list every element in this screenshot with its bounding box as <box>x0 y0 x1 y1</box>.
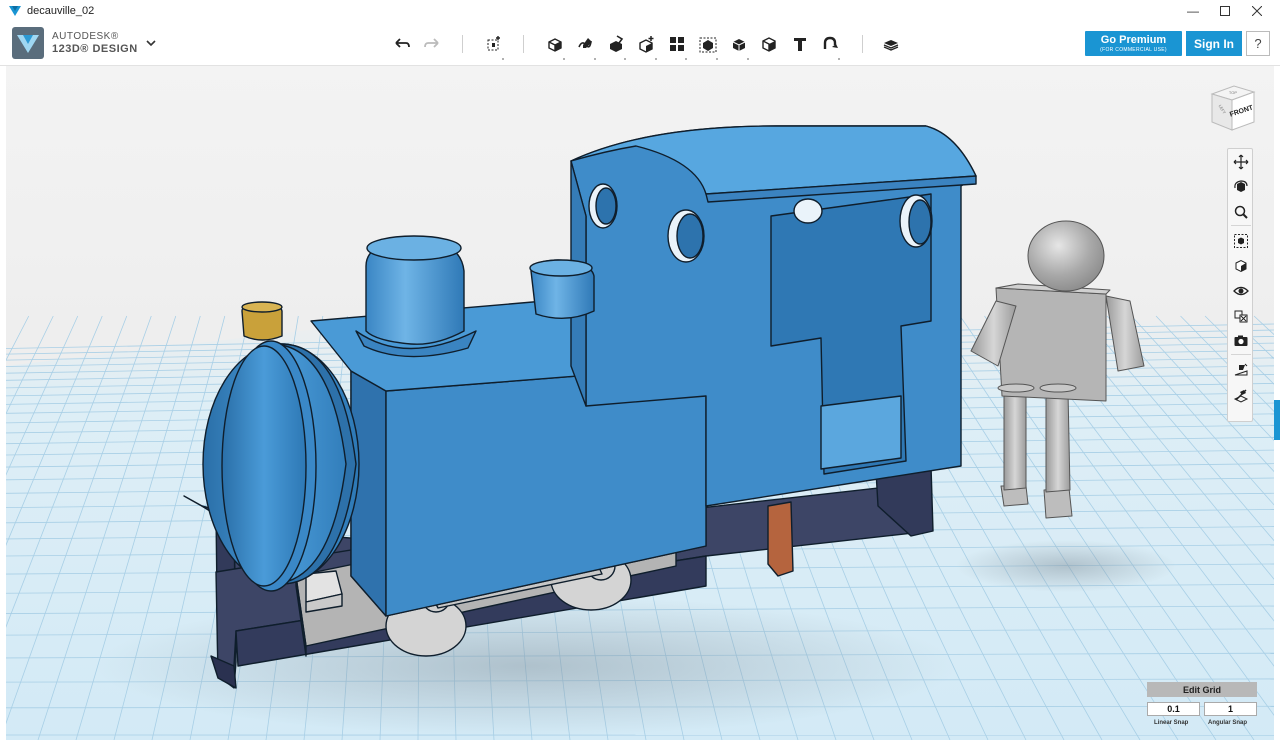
toolbar-divider <box>862 35 863 53</box>
snap-icon <box>762 37 776 52</box>
toolbar-divider <box>523 35 524 53</box>
primitives-icon <box>548 38 562 52</box>
snap-grid-button[interactable] <box>1231 360 1251 380</box>
orbit-icon <box>1234 180 1248 192</box>
go-premium-label: Go Premium <box>1100 34 1167 46</box>
pan-button[interactable] <box>1231 152 1251 172</box>
toolbar-divider <box>462 35 463 53</box>
zoom-button[interactable] <box>1231 202 1251 222</box>
magnet-button[interactable] <box>818 32 842 60</box>
linear-snap-label: Linear Snap <box>1154 720 1189 726</box>
chevron-down-icon[interactable] <box>144 36 158 50</box>
scene-canvas <box>6 125 1274 740</box>
grid-toggle-icon <box>1233 389 1249 403</box>
app-header: AUTODESK® 123D® DESIGN Go Premium (FOR C… <box>0 22 1280 66</box>
modify-button[interactable] <box>635 32 659 60</box>
sign-in-button[interactable]: Sign In <box>1186 31 1242 56</box>
redo-icon <box>424 38 439 48</box>
window-title: decauville_02 <box>27 5 95 17</box>
help-button[interactable]: ? <box>1246 31 1270 56</box>
brand-line2: 123D® DESIGN <box>52 43 138 55</box>
window-left-edge <box>0 66 6 740</box>
fit-button[interactable] <box>1231 231 1251 251</box>
sketch-icon <box>578 38 592 48</box>
transform-button[interactable] <box>482 32 506 60</box>
modify-icon <box>639 36 654 53</box>
brand-line1: AUTODESK® <box>52 31 119 42</box>
pan-icon <box>1233 154 1249 170</box>
construct-icon <box>610 35 624 52</box>
figure-shadow <box>956 540 1176 592</box>
screenshot-button[interactable] <box>1231 331 1251 351</box>
view-cube[interactable]: FRONT LEFT TOP <box>1204 80 1258 134</box>
pattern-button[interactable] <box>665 32 689 60</box>
undo-icon <box>395 38 410 48</box>
navigation-bar <box>1227 148 1253 422</box>
edit-grid-button[interactable]: Edit Grid <box>1147 682 1257 697</box>
materials-view-button[interactable] <box>1231 306 1251 326</box>
window-titlebar: decauville_02 — <box>0 0 1280 22</box>
construct-button[interactable] <box>604 32 628 60</box>
combine-icon <box>732 39 746 51</box>
redo-button[interactable] <box>420 32 444 56</box>
go-premium-button[interactable]: Go Premium (FOR COMMERCIAL USE) <box>1085 31 1182 56</box>
logo-icon <box>12 27 44 59</box>
snap-grid-icon <box>1234 363 1248 376</box>
viewport-3d[interactable]: FRONT LEFT TOP Edit Grid 0.1 1 Linear Sn… <box>6 66 1274 740</box>
pattern-icon <box>670 37 684 51</box>
go-premium-sublabel: (FOR COMMERCIAL USE) <box>1100 47 1167 53</box>
grid-toggle-button[interactable] <box>1231 385 1251 405</box>
view-mode-button[interactable] <box>1231 256 1251 276</box>
visibility-icon <box>1233 286 1249 296</box>
edit-grid-panel: Edit Grid 0.1 1 Linear Snap Angular Snap <box>1147 682 1257 732</box>
orbit-button[interactable] <box>1231 177 1251 197</box>
fit-icon <box>1234 234 1248 248</box>
group-button[interactable] <box>696 32 720 60</box>
zoom-icon <box>1234 205 1248 219</box>
app-icon <box>9 6 21 16</box>
close-icon[interactable] <box>1240 0 1274 22</box>
text-icon <box>794 38 806 51</box>
linear-snap-input[interactable]: 0.1 <box>1147 702 1200 716</box>
combine-button[interactable] <box>727 32 751 60</box>
snap-button[interactable] <box>757 32 781 56</box>
primitives-button[interactable] <box>543 32 567 60</box>
angular-snap-input[interactable]: 1 <box>1204 702 1257 716</box>
material-icon <box>883 40 899 51</box>
transform-icon <box>487 36 500 51</box>
side-panel-tab[interactable] <box>1274 400 1280 440</box>
viewcube-top-label: TOP <box>1229 90 1237 95</box>
view-mode-icon <box>1235 259 1247 273</box>
magnet-icon <box>823 36 838 49</box>
visibility-button[interactable] <box>1231 281 1251 301</box>
undo-button[interactable] <box>390 32 414 56</box>
group-icon <box>699 37 717 53</box>
screenshot-icon <box>1234 335 1248 346</box>
angular-snap-label: Angular Snap <box>1208 720 1248 726</box>
minimize-icon[interactable]: — <box>1176 0 1210 22</box>
text-button[interactable] <box>788 32 812 56</box>
sketch-button[interactable] <box>574 32 598 60</box>
maximize-icon[interactable] <box>1208 0 1242 22</box>
materials-view-icon <box>1234 310 1248 323</box>
material-button[interactable] <box>879 32 903 56</box>
